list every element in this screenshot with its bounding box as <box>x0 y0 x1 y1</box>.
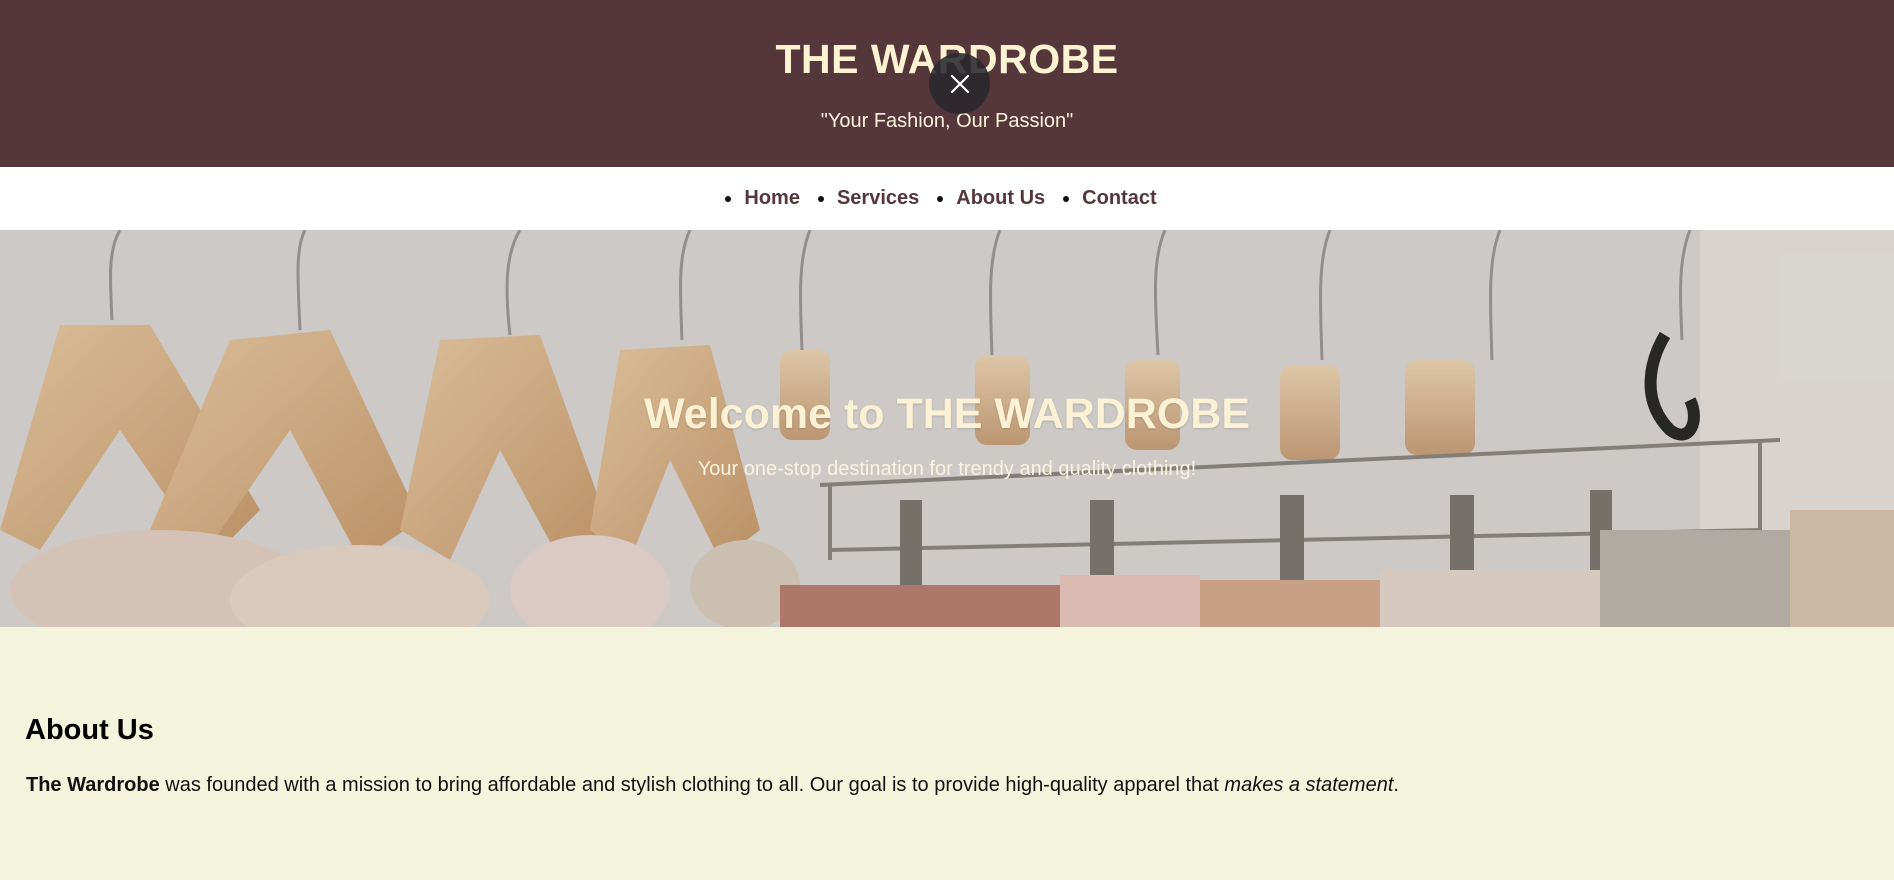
bullet <box>817 195 824 202</box>
nav-link-contact[interactable]: Contact <box>1082 187 1156 210</box>
hero-subtitle: Your one-stop destination for trendy and… <box>697 458 1197 480</box>
nav-item-contact: Contact <box>1063 187 1157 210</box>
main-nav: Home Services About Us Contact <box>0 167 1894 230</box>
bullet <box>725 195 732 202</box>
about-text-end: . <box>1393 774 1399 796</box>
nav-item-home: Home <box>725 187 800 210</box>
about-text-mid: was founded with a mission to bring affo… <box>159 774 1225 796</box>
about-title: About Us <box>25 714 154 746</box>
close-icon <box>950 74 969 93</box>
bullet <box>1063 195 1070 202</box>
hero-section: Welcome to THE WARDROBE Your one-stop de… <box>0 230 1894 627</box>
nav-link-home[interactable]: Home <box>744 187 800 210</box>
nav-item-about: About Us <box>937 187 1045 210</box>
nav-list: Home Services About Us Contact <box>716 187 1165 210</box>
brand-tagline: "Your Fashion, Our Passion" <box>820 110 1074 132</box>
nav-link-about[interactable]: About Us <box>956 187 1045 210</box>
about-brand-strong: The Wardrobe <box>26 774 160 796</box>
bullet <box>937 195 944 202</box>
nav-item-services: Services <box>817 187 919 210</box>
close-button[interactable] <box>929 53 990 114</box>
about-emphasis: makes a statement <box>1224 774 1394 796</box>
about-paragraph: The Wardrobe was founded with a mission … <box>26 774 1399 797</box>
nav-link-services[interactable]: Services <box>837 187 919 210</box>
hero-title: Welcome to THE WARDROBE <box>643 390 1251 438</box>
